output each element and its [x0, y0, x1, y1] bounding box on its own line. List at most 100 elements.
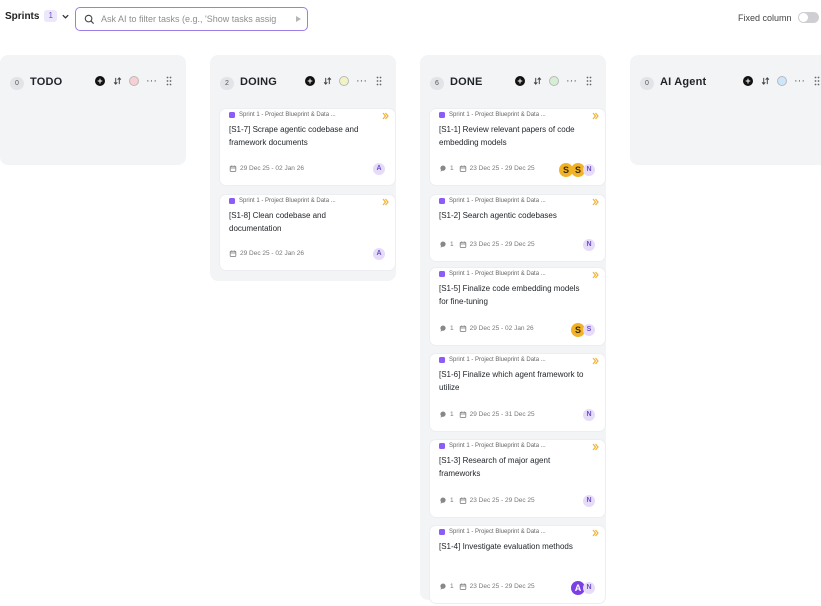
task-card[interactable]: Sprint 1 - Project Blueprint & Data ... [… [430, 268, 605, 345]
column-count-badge: 0 [10, 77, 24, 90]
card-sprint: Sprint 1 - Project Blueprint & Data ... [439, 443, 546, 449]
priority-chevrons-icon [592, 112, 599, 120]
card-sprint: Sprint 1 - Project Blueprint & Data ... [439, 357, 546, 363]
more-options-icon[interactable]: ··· [566, 76, 577, 87]
sprint-name: Sprint 1 - Project Blueprint & Data ... [449, 443, 546, 449]
comment-count-value: 1 [450, 165, 454, 172]
column-color-picker[interactable] [339, 76, 349, 86]
assignee-avatars: SS [571, 323, 595, 337]
add-task-icon[interactable]: + [95, 76, 105, 86]
sprint-icon [439, 443, 445, 449]
sprint-icon [229, 198, 235, 204]
comment-icon [440, 411, 446, 418]
avatar[interactable]: S [583, 324, 595, 336]
avatar[interactable]: A [373, 163, 385, 175]
sort-icon[interactable] [761, 76, 770, 86]
assignee-avatars: N [583, 495, 595, 507]
comment-count: 1 [439, 411, 454, 418]
task-dates: 29 Dec 25 - 31 Dec 25 [469, 411, 535, 418]
task-card[interactable]: Sprint 1 - Project Blueprint & Data ... [… [220, 109, 395, 185]
calendar-icon [459, 497, 466, 504]
toolbar: Sprints 1 Fixed column [0, 0, 821, 38]
sprints-filter[interactable]: Sprints 1 [5, 10, 70, 22]
add-task-icon[interactable]: + [305, 76, 315, 86]
task-title: [S1-3] Research of major agent framework… [439, 456, 551, 478]
column-color-picker[interactable] [777, 76, 787, 86]
avatar[interactable]: N [583, 409, 595, 421]
card-footer: 1 23 Dec 25 - 29 Dec 25 [439, 165, 535, 172]
card-sprint: Sprint 1 - Project Blueprint & Data ... [439, 271, 546, 277]
comment-icon [440, 497, 446, 504]
card-footer: 1 29 Dec 25 - 02 Jan 26 [439, 325, 534, 332]
drag-handle-icon[interactable] [376, 76, 382, 86]
comment-count: 1 [439, 497, 454, 504]
more-options-icon[interactable]: ··· [794, 76, 805, 87]
task-title: [S1-2] Search agentic codebases [439, 211, 557, 220]
column-title: TODO [30, 76, 63, 88]
card-footer: 1 23 Dec 25 - 29 Dec 25 [439, 241, 535, 248]
assignee-avatars: N [583, 239, 595, 251]
calendar-icon [459, 165, 466, 172]
avatar[interactable]: N [583, 239, 595, 251]
column-title: DONE [450, 76, 483, 88]
assignee-avatars: SSN [559, 163, 595, 177]
card-footer: 1 29 Dec 25 - 31 Dec 25 [439, 411, 535, 418]
column-color-picker[interactable] [129, 76, 139, 86]
column-doing: 2 DOING + ··· Sprint 1 - Project Blueprint &… [210, 55, 396, 281]
assignee-avatars: A [373, 248, 385, 260]
sprint-name: Sprint 1 - Project Blueprint & Data ... [239, 112, 336, 118]
sprint-icon [439, 271, 445, 277]
send-icon[interactable] [296, 16, 301, 22]
task-dates: 23 Dec 25 - 29 Dec 25 [469, 165, 535, 172]
column-actions: + ··· [95, 76, 172, 87]
calendar-icon [459, 411, 466, 418]
column-color-picker[interactable] [549, 76, 559, 86]
chevron-down-icon[interactable] [61, 12, 70, 21]
sort-icon[interactable] [113, 76, 122, 86]
sprint-name: Sprint 1 - Project Blueprint & Data ... [449, 357, 546, 363]
ai-search-box[interactable] [75, 7, 308, 31]
column-todo: 0 TODO + ··· [0, 55, 186, 165]
avatar[interactable]: N [583, 495, 595, 507]
sprint-name: Sprint 1 - Project Blueprint & Data ... [449, 529, 546, 535]
column-count-badge: 2 [220, 77, 234, 90]
card-sprint: Sprint 1 - Project Blueprint & Data ... [439, 198, 546, 204]
calendar-icon [459, 241, 466, 248]
task-card[interactable]: Sprint 1 - Project Blueprint & Data ... [… [430, 109, 605, 185]
calendar-icon [229, 250, 237, 257]
task-title: [S1-7] Scrape agentic codebase and frame… [229, 125, 359, 147]
comment-icon [440, 583, 446, 590]
task-card[interactable]: Sprint 1 - Project Blueprint & Data ... [… [430, 526, 605, 603]
drag-handle-icon[interactable] [166, 76, 172, 86]
more-options-icon[interactable]: ··· [356, 76, 367, 87]
priority-chevrons-icon [592, 198, 599, 206]
task-card[interactable]: Sprint 1 - Project Blueprint & Data ... [… [430, 440, 605, 517]
avatar[interactable]: A [373, 248, 385, 260]
card-sprint: Sprint 1 - Project Blueprint & Data ... [439, 112, 546, 118]
priority-chevrons-icon [592, 443, 599, 451]
avatar[interactable]: N [583, 582, 595, 594]
task-card[interactable]: Sprint 1 - Project Blueprint & Data ... [… [220, 195, 395, 270]
calendar-icon [459, 583, 466, 590]
drag-handle-icon[interactable] [814, 76, 820, 86]
task-card[interactable]: Sprint 1 - Project Blueprint & Data ... [… [430, 195, 605, 261]
assignee-avatars: A [373, 163, 385, 175]
sprint-icon [439, 357, 445, 363]
more-options-icon[interactable]: ··· [146, 76, 157, 87]
ai-search-input[interactable] [101, 14, 279, 24]
drag-handle-icon[interactable] [586, 76, 592, 86]
sprint-icon [229, 112, 235, 118]
avatar[interactable]: N [583, 164, 595, 176]
sort-icon[interactable] [323, 76, 332, 86]
column-header: 0 TODO + ··· [0, 55, 186, 109]
comment-count: 1 [439, 583, 454, 590]
task-card[interactable]: Sprint 1 - Project Blueprint & Data ... [… [430, 354, 605, 431]
add-task-icon[interactable]: + [515, 76, 525, 86]
priority-chevrons-icon [382, 198, 389, 206]
task-title: [S1-6] Finalize which agent framework to… [439, 370, 584, 392]
add-task-icon[interactable]: + [743, 76, 753, 86]
sort-icon[interactable] [533, 76, 542, 86]
column-actions: + ··· [305, 76, 382, 87]
comment-icon [440, 241, 446, 248]
fixed-column-toggle[interactable] [797, 12, 819, 23]
